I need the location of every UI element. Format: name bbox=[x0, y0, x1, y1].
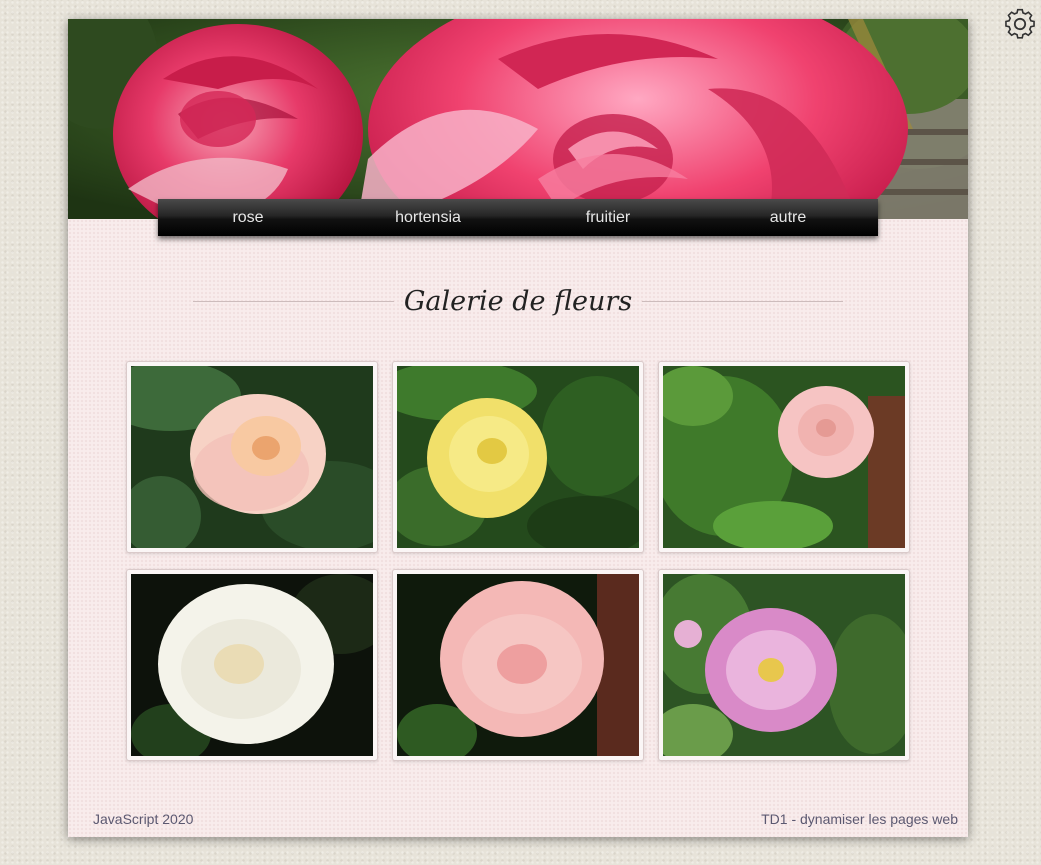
nav-item-rose[interactable]: rose bbox=[158, 199, 338, 236]
nav-item-fruitier[interactable]: fruitier bbox=[518, 199, 698, 236]
header-banner-image bbox=[68, 19, 968, 219]
footer-left-text: JavaScript 2020 bbox=[93, 811, 194, 827]
gallery-photo-light-pink-rose[interactable] bbox=[658, 361, 910, 553]
page-title: Galerie de fleurs bbox=[403, 285, 633, 317]
nav-item-autre[interactable]: autre bbox=[698, 199, 878, 236]
page-container: rose hortensia fruitier autre Galerie de… bbox=[68, 19, 968, 837]
title-divider-left bbox=[193, 300, 394, 302]
title-divider-right bbox=[642, 300, 843, 302]
gallery-photo-yellow-rose[interactable] bbox=[392, 361, 644, 553]
gallery-photo-peach-rose[interactable] bbox=[126, 361, 378, 553]
gallery-photo-pink-rose[interactable] bbox=[392, 569, 644, 761]
gallery-title-block: Galerie de fleurs bbox=[193, 281, 843, 321]
gallery-photo-mauve-rose[interactable] bbox=[658, 569, 910, 761]
gallery-photo-white-rose[interactable] bbox=[126, 569, 378, 761]
main-nav: rose hortensia fruitier autre bbox=[158, 199, 878, 236]
footer-right-text: TD1 - dynamiser les pages web bbox=[761, 811, 958, 827]
photo-gallery bbox=[126, 361, 910, 761]
settings-gear-icon[interactable] bbox=[1003, 7, 1037, 41]
nav-item-hortensia[interactable]: hortensia bbox=[338, 199, 518, 236]
